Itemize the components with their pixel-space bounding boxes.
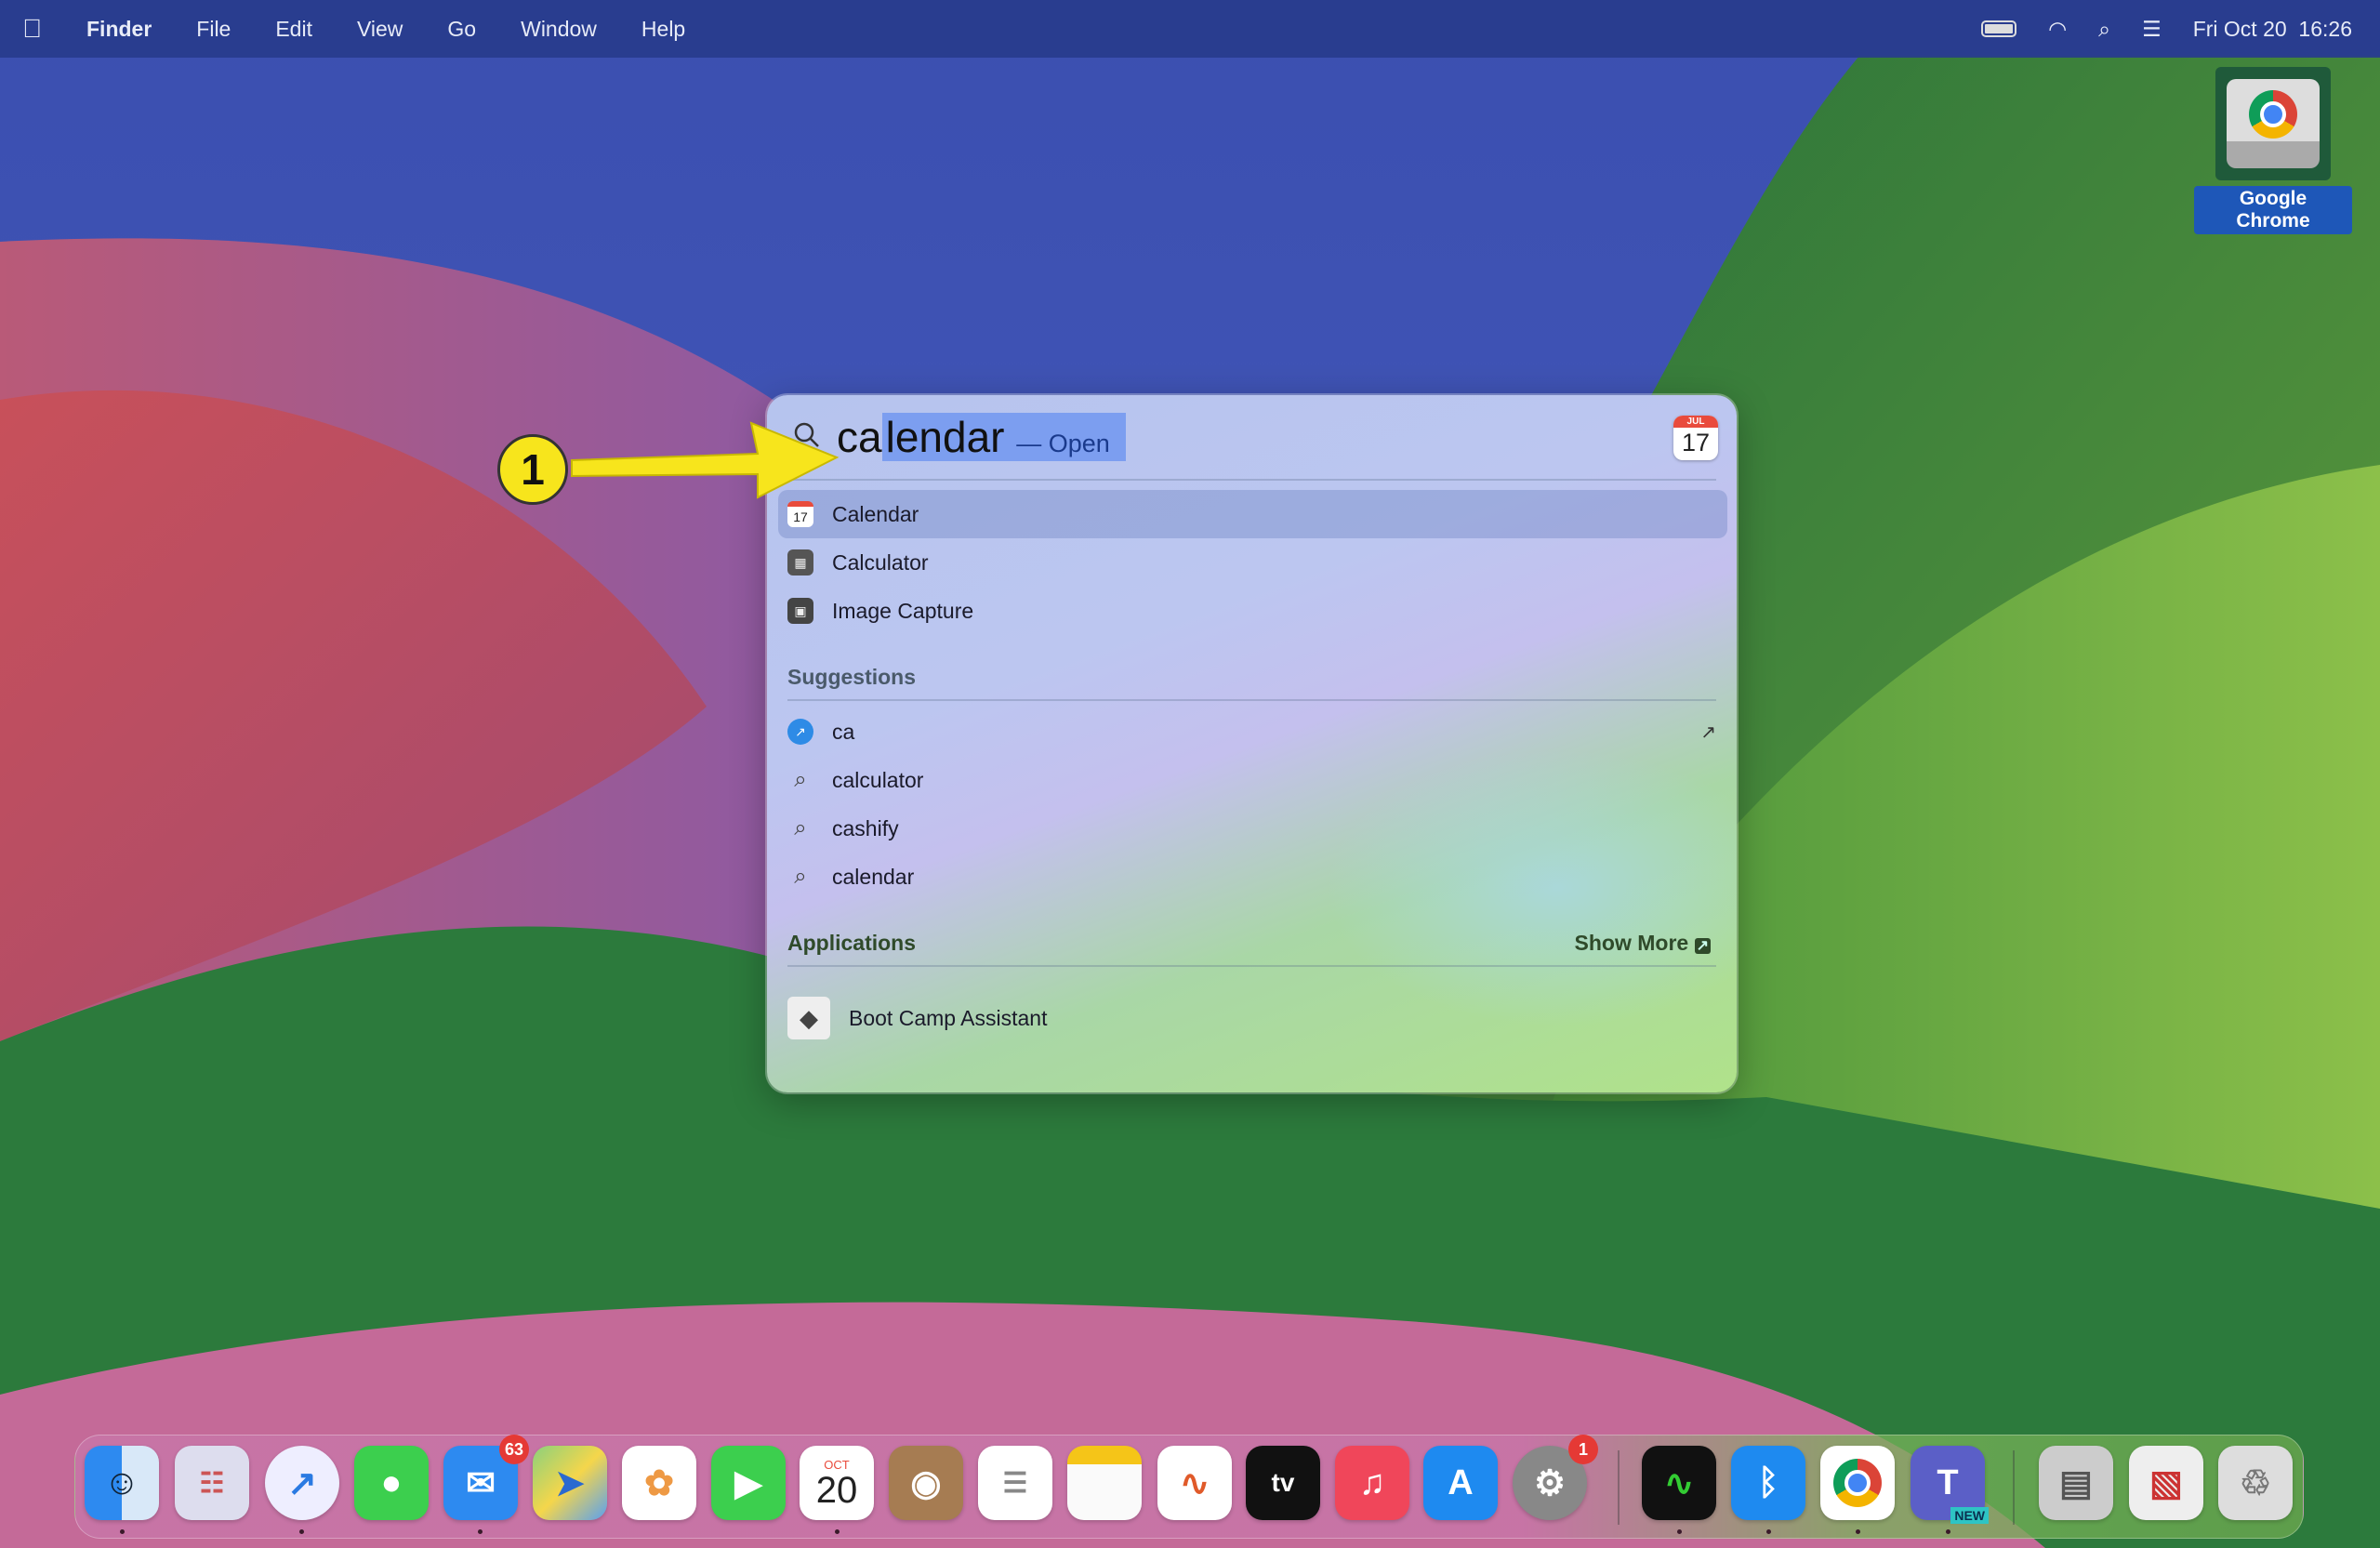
suggestion-ca[interactable]: ↗ ca ↗	[778, 708, 1727, 756]
desktop-icon-label: Google Chrome	[2194, 186, 2352, 234]
maps-icon[interactable]: ➤	[533, 1446, 607, 1520]
search-icon: ⌕	[794, 864, 807, 889]
mail-badge: 63	[499, 1435, 529, 1464]
open-external-icon[interactable]: ↗	[1700, 721, 1716, 744]
desktop-icon-google-chrome[interactable]: Google Chrome	[2194, 67, 2352, 234]
result-image-capture[interactable]: ▣ Image Capture	[778, 587, 1727, 635]
boot-camp-icon: ◆	[787, 997, 830, 1039]
facetime-icon[interactable]: ▶	[711, 1446, 786, 1520]
calendar-icon: 17	[787, 501, 813, 527]
safari-icon: ↗	[787, 719, 813, 745]
launchpad-icon[interactable]: ☷	[175, 1446, 249, 1520]
teams-icon[interactable]: T NEW	[1911, 1446, 1989, 1524]
apple-tv-icon[interactable]: tv	[1246, 1446, 1320, 1520]
notes-icon[interactable]	[1067, 1446, 1142, 1520]
spotlight-search[interactable]: calendar — Open JUL 17	[767, 395, 1737, 479]
running-indicator	[1856, 1529, 1860, 1534]
applications-header: Applications	[787, 931, 917, 955]
running-indicator	[835, 1529, 840, 1534]
menu-edit[interactable]: Edit	[253, 17, 335, 42]
reminders-icon[interactable]: ☰	[978, 1446, 1052, 1520]
search-input[interactable]: calendar — Open	[837, 412, 1126, 462]
search-icon: ⌕	[794, 767, 807, 792]
result-calendar[interactable]: 17 Calendar	[778, 490, 1727, 538]
result-calculator[interactable]: ▦ Calculator	[778, 538, 1727, 587]
teams-new-badge: NEW	[1950, 1507, 1989, 1524]
result-boot-camp-assistant[interactable]: ◆ Boot Camp Assistant	[778, 990, 1727, 1046]
menu-file[interactable]: File	[174, 17, 253, 42]
search-icon	[794, 422, 819, 447]
app-store-icon[interactable]: A	[1423, 1446, 1498, 1520]
menu-view[interactable]: View	[335, 17, 425, 42]
suggestions-header: Suggestions	[787, 665, 917, 689]
freeform-icon[interactable]: ∿	[1157, 1446, 1232, 1520]
activity-monitor-icon[interactable]: ∿	[1642, 1446, 1716, 1520]
running-indicator	[299, 1529, 304, 1534]
suggestion-calculator[interactable]: ⌕ calculator	[778, 756, 1727, 804]
menu-window[interactable]: Window	[498, 17, 619, 42]
messages-icon[interactable]: ●	[354, 1446, 429, 1520]
spotlight-panel: calendar — Open JUL 17 17 Calendar ▦ Calc…	[767, 395, 1737, 1092]
mail-icon[interactable]: ✉ 63	[443, 1435, 529, 1520]
divider	[787, 479, 1716, 481]
running-indicator	[478, 1529, 483, 1534]
battery-icon[interactable]	[1981, 20, 2017, 37]
safari-icon[interactable]: ↗	[265, 1446, 339, 1520]
system-settings-icon[interactable]: ⚙ 1	[1513, 1435, 1598, 1520]
drive-icon	[2227, 79, 2320, 168]
divider	[787, 699, 1716, 701]
search-icon: ⌕	[794, 815, 807, 840]
running-indicator	[1677, 1529, 1682, 1534]
step-number-badge: 1	[497, 434, 568, 505]
screenshot-stack-icon[interactable]: ▧	[2129, 1446, 2203, 1520]
wifi-icon[interactable]: ◠	[2048, 17, 2067, 42]
menu-finder[interactable]: Finder	[64, 17, 174, 42]
running-indicator	[1946, 1529, 1950, 1534]
chrome-icon	[2249, 90, 2297, 139]
show-more-button[interactable]: Show More ↗	[1575, 931, 1711, 956]
settings-badge: 1	[1568, 1435, 1598, 1464]
finder-icon[interactable]: ☺	[85, 1446, 159, 1520]
running-indicator	[1766, 1529, 1771, 1534]
dock-separator	[2013, 1450, 2015, 1525]
downloads-folder-icon[interactable]: ▤	[2039, 1446, 2113, 1520]
contacts-icon[interactable]: ◉	[889, 1446, 963, 1520]
autocomplete-selection: lendar	[885, 413, 1005, 461]
divider	[787, 965, 1716, 967]
show-more-icon: ↗	[1694, 938, 1711, 954]
music-icon[interactable]: ♫	[1335, 1446, 1409, 1520]
clock[interactable]: Fri Oct 20 16:26	[2193, 17, 2352, 42]
spotlight-icon[interactable]: ⌕	[2098, 17, 2110, 42]
menu-go[interactable]: Go	[425, 17, 498, 42]
apple-menu-icon[interactable]: 	[0, 14, 64, 44]
chrome-icon[interactable]	[1820, 1446, 1895, 1520]
menu-bar:  Finder File Edit View Go Window Help ◠…	[0, 0, 2380, 58]
suggestion-calendar[interactable]: ⌕ calendar	[778, 853, 1727, 901]
calendar-preview-icon: JUL 17	[1673, 416, 1718, 460]
photos-icon[interactable]: ✿	[622, 1446, 696, 1520]
calendar-icon[interactable]: OCT 20	[800, 1446, 874, 1520]
image-capture-icon: ▣	[787, 598, 813, 624]
control-center-icon[interactable]: ☰	[2142, 17, 2162, 42]
bluetooth-icon[interactable]: ᛒ	[1731, 1446, 1805, 1520]
trash-icon[interactable]: ♲	[2218, 1446, 2293, 1520]
open-hint: — Open	[1016, 430, 1110, 457]
suggestion-cashify[interactable]: ⌕ cashify	[778, 804, 1727, 853]
dock-separator	[1618, 1450, 1620, 1525]
calculator-icon: ▦	[787, 549, 813, 576]
menu-help[interactable]: Help	[619, 17, 707, 42]
running-indicator	[120, 1529, 125, 1534]
